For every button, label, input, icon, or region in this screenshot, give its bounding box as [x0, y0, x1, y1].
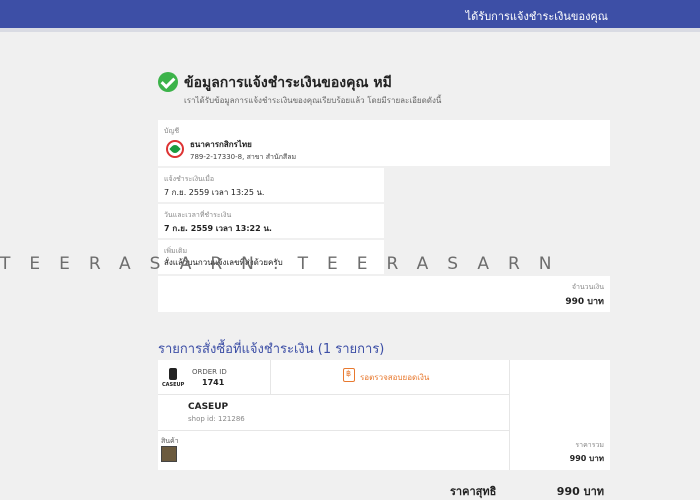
- notified-label: แจ้งชำระเงินเมื่อ: [164, 175, 215, 183]
- paid-card: วันและเวลาที่ชำระเงิน 7 ก.ย. 2559 เวลา 1…: [158, 204, 384, 238]
- top-bar-title: ได้รับการแจ้งชำระเงินของคุณ: [465, 10, 608, 23]
- order-status: รอตรวจสอบยอดเงิน: [360, 373, 430, 382]
- amount-card: จำนวนเงิน 990 บาท: [158, 276, 610, 312]
- shop-id: shop id: 121286: [188, 415, 245, 423]
- account-card: บัญชี ธนาคารกสิกรไทย 789-2-17330-8, สาขา…: [158, 120, 610, 166]
- total-value: 990 บาท: [556, 485, 604, 498]
- orders-section-title: รายการสั่งซื้อที่แจ้งชำระเงิน (1 รายการ): [158, 342, 385, 357]
- account-info: 789-2-17330-8, สาขา สำนักสีลม: [190, 153, 297, 161]
- shop-name[interactable]: CASEUP: [188, 402, 228, 412]
- notified-value: 7 ก.ย. 2559 เวลา 13:25 น.: [164, 188, 265, 197]
- page-title: ข้อมูลการแจ้งชำระเงินของคุณ หมี: [184, 75, 392, 91]
- caseup-logo: CASEUP: [162, 368, 184, 390]
- product-thumbnail[interactable]: [161, 446, 177, 462]
- order-card: ORDER ID 1741 รอตรวจสอบยอดเงิน CASEUP CA…: [158, 360, 610, 470]
- subtotal-value: 990 บาท: [569, 454, 604, 463]
- order-divider-1: [270, 360, 271, 394]
- total-label: ราคาสุทธิ: [450, 485, 497, 498]
- order-row-divider-1: [158, 394, 509, 395]
- notified-card: แจ้งชำระเงินเมื่อ 7 ก.ย. 2559 เวลา 13:25…: [158, 168, 384, 202]
- amount-label: จำนวนเงิน: [571, 283, 604, 291]
- order-divider-2: [509, 360, 510, 470]
- watermark: TEERASARN:TEERASARN: [0, 254, 571, 274]
- page-subtitle: เราได้รับข้อมูลการแจ้งชำระเงินของคุณเรีย…: [184, 96, 442, 105]
- amount-value: 990 บาท: [565, 297, 604, 307]
- top-bar: ได้รับการแจ้งชำระเงินของคุณ: [0, 0, 700, 28]
- order-id-value[interactable]: 1741: [202, 378, 224, 387]
- kasikorn-bank-logo: [166, 140, 184, 158]
- paid-label: วันและเวลาที่ชำระเงิน: [164, 211, 232, 219]
- subtotal-label: ราคารวม: [575, 441, 604, 449]
- top-bar-shadow: [0, 28, 700, 32]
- receipt-icon: [343, 368, 355, 382]
- order-row-divider-2: [158, 430, 509, 431]
- paid-value: 7 ก.ย. 2559 เวลา 13:22 น.: [164, 224, 272, 233]
- account-label: บัญชี: [164, 127, 180, 135]
- order-id-label: ORDER ID: [192, 368, 227, 376]
- bank-name: ธนาคารกสิกรไทย: [190, 140, 252, 149]
- check-circle-icon: [158, 72, 178, 92]
